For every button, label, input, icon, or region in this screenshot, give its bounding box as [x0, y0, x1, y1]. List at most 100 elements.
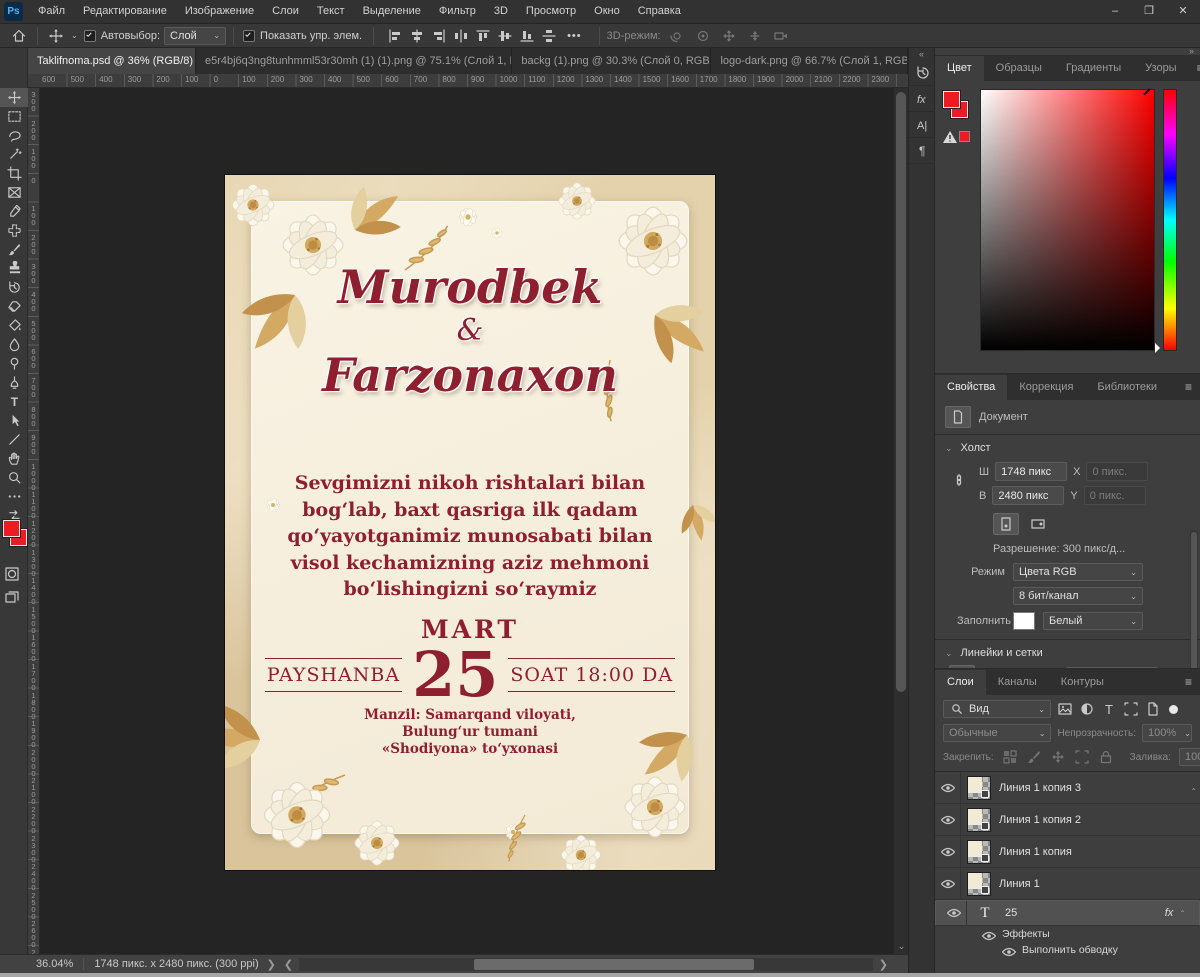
- layers-scroll-up-icon[interactable]: ⌃: [1190, 787, 1197, 796]
- collapse-dock-icon[interactable]: «: [909, 48, 934, 60]
- paragraph-panel-icon[interactable]: ¶: [909, 138, 936, 164]
- canvas-height-input[interactable]: [992, 486, 1064, 505]
- filter-smart-objects-icon[interactable]: [1145, 701, 1161, 717]
- fill-opacity-input[interactable]: 100%⌄: [1179, 748, 1200, 766]
- layer-visibility-toggle[interactable]: [935, 836, 961, 867]
- layer-filter-select[interactable]: Вид⌄: [943, 700, 1051, 718]
- menu-0[interactable]: Файл: [29, 0, 74, 23]
- history-brush-tool[interactable]: [0, 278, 28, 297]
- section-chevron-icon[interactable]: ⌄: [945, 443, 953, 454]
- layer-thumbnail[interactable]: [967, 840, 991, 864]
- frame-tool[interactable]: [0, 183, 28, 202]
- lasso-tool[interactable]: [0, 126, 28, 145]
- document-tab-3[interactable]: logo-dark.png @ 66.7% (Слой 1, RGB...×: [711, 48, 908, 74]
- tab-channels[interactable]: Каналы: [986, 670, 1049, 695]
- rulers-toggle-button[interactable]: [949, 665, 975, 668]
- canvas-x-input[interactable]: [1086, 462, 1148, 481]
- filter-toggle[interactable]: [1169, 705, 1178, 714]
- link-dimensions-icon[interactable]: [951, 472, 967, 488]
- grid-toggle-button[interactable]: [982, 665, 1008, 668]
- panel-menu-icon[interactable]: ≡: [1189, 56, 1200, 81]
- more-tools-button[interactable]: [0, 487, 28, 506]
- tab-gradients[interactable]: Градиенты: [1054, 56, 1133, 81]
- filter-shape-layers-icon[interactable]: [1123, 701, 1139, 717]
- layer-visibility-toggle[interactable]: [935, 868, 961, 899]
- tab-libraries[interactable]: Библиотеки: [1085, 375, 1169, 400]
- layer-name[interactable]: 25: [1005, 907, 1017, 919]
- pixel-grid-toggle-button[interactable]: [1015, 665, 1041, 668]
- menu-8[interactable]: Просмотр: [517, 0, 585, 23]
- canvas-width-input[interactable]: [995, 462, 1067, 481]
- hue-slider[interactable]: [1163, 89, 1177, 351]
- restore-button[interactable]: ❐: [1132, 0, 1166, 24]
- wand-tool[interactable]: [0, 145, 28, 164]
- bucket-tool[interactable]: [0, 316, 28, 335]
- foreground-color-swatch[interactable]: [3, 520, 20, 537]
- more-align-options-button[interactable]: •••: [567, 30, 582, 42]
- filter-pixel-layers-icon[interactable]: [1057, 701, 1073, 717]
- fill-select[interactable]: Белый⌄: [1043, 612, 1143, 630]
- color-foreground-swatch[interactable]: [943, 91, 960, 108]
- menu-6[interactable]: Фильтр: [430, 0, 485, 23]
- panel-menu-icon[interactable]: ≡: [1177, 670, 1200, 695]
- tab-color[interactable]: Цвет: [935, 56, 984, 81]
- dodge-tool[interactable]: [0, 354, 28, 373]
- zoom-tool[interactable]: [0, 468, 28, 487]
- eraser-tool[interactable]: [0, 297, 28, 316]
- tab-swatches[interactable]: Образцы: [984, 56, 1054, 81]
- portrait-orientation-button[interactable]: [993, 513, 1019, 535]
- scroll-right-icon[interactable]: ❯: [879, 958, 888, 971]
- smudge-tool[interactable]: [0, 335, 28, 354]
- type-tool[interactable]: T: [0, 392, 28, 411]
- shape-tool[interactable]: [0, 430, 28, 449]
- layer-row-0[interactable]: Линия 1 копия 3: [935, 772, 1200, 804]
- layer-thumbnail[interactable]: [967, 872, 991, 896]
- status-popup-icon[interactable]: ❯: [267, 958, 276, 971]
- canvas-vertical-scrollbar[interactable]: ⌄: [893, 88, 908, 954]
- type-layer-thumbnail[interactable]: T: [973, 905, 997, 922]
- path-select-tool[interactable]: [0, 411, 28, 430]
- home-button[interactable]: [8, 26, 30, 46]
- document-tab-1[interactable]: e5r4bj6q3ng8tunhmml53r30mh (1) (1).png @…: [196, 48, 512, 74]
- minimize-button[interactable]: –: [1098, 0, 1132, 24]
- ruler-units-select[interactable]: Пиксели⌄: [1066, 667, 1158, 668]
- document-tab-0[interactable]: Taklifnoma.psd @ 36% (RGB/8) *×: [28, 48, 196, 74]
- vertical-ruler[interactable]: 3002001000100200300400500600700800900100…: [28, 88, 40, 954]
- layer-name[interactable]: Линия 1: [999, 878, 1040, 890]
- healing-tool[interactable]: [0, 221, 28, 240]
- canvas-horizontal-scrollbar[interactable]: [299, 958, 873, 971]
- canvas-y-input[interactable]: [1084, 486, 1146, 505]
- distribute-h-icon[interactable]: [453, 28, 469, 44]
- panel-menu-icon[interactable]: ≡: [1177, 375, 1200, 400]
- lock-all-icon[interactable]: [1098, 749, 1114, 765]
- lock-transparency-icon[interactable]: [1002, 749, 1018, 765]
- section-chevron-icon[interactable]: ⌄: [945, 648, 953, 659]
- eye-icon[interactable]: [981, 928, 994, 941]
- opacity-input[interactable]: 100%⌄: [1142, 724, 1192, 742]
- layer-row-4[interactable]: T25fx⌃: [935, 900, 1200, 926]
- layer-thumbnail[interactable]: [967, 808, 991, 832]
- menu-5[interactable]: Выделение: [354, 0, 430, 23]
- layer-visibility-toggle[interactable]: [935, 804, 961, 835]
- brush-tool[interactable]: [0, 240, 28, 259]
- show-transform-controls-checkbox[interactable]: [243, 30, 255, 42]
- fill-color-swatch[interactable]: [1013, 612, 1035, 630]
- pen-tool[interactable]: [0, 373, 28, 392]
- lock-position-icon[interactable]: [1050, 749, 1066, 765]
- tab-properties[interactable]: Свойства: [935, 375, 1007, 400]
- layer-visibility-toggle[interactable]: [941, 901, 967, 925]
- align-middle-icon[interactable]: [497, 28, 513, 44]
- align-bottom-icon[interactable]: [519, 28, 535, 44]
- stamp-tool[interactable]: [0, 259, 28, 278]
- menu-3[interactable]: Слои: [263, 0, 308, 23]
- character-panel-icon[interactable]: A|: [909, 112, 936, 138]
- menu-9[interactable]: Окно: [585, 0, 629, 23]
- properties-scrollbar[interactable]: [1190, 530, 1198, 668]
- preset-chevron-icon[interactable]: ⌄: [71, 31, 78, 40]
- filter-adjustment-layers-icon[interactable]: [1079, 701, 1095, 717]
- menu-10[interactable]: Справка: [629, 0, 690, 23]
- crop-tool[interactable]: [0, 164, 28, 183]
- quick-mask-button[interactable]: [4, 566, 20, 582]
- color-mode-select[interactable]: Цвета RGB⌄: [1013, 563, 1143, 581]
- filter-type-layers-icon[interactable]: T: [1101, 701, 1117, 717]
